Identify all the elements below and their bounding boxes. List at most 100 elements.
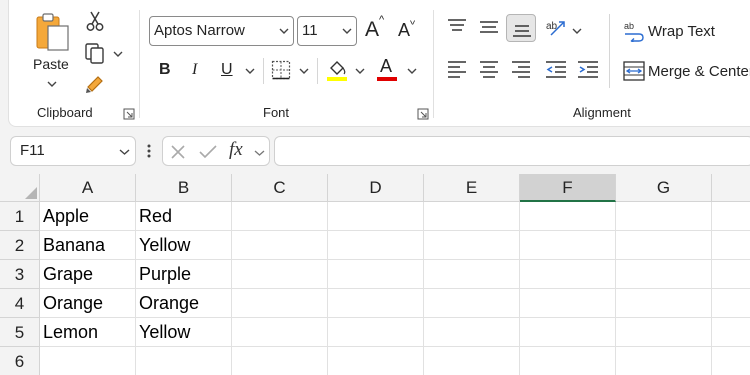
fill-color-icon[interactable] (326, 58, 348, 82)
formula-input[interactable] (274, 136, 750, 166)
cell-b[interactable]: Purple (136, 260, 232, 289)
cell[interactable] (616, 260, 712, 289)
chevron-down-icon[interactable] (572, 27, 582, 35)
row-header[interactable]: 5 (0, 318, 40, 347)
column-header-e[interactable]: E (424, 174, 520, 202)
cell[interactable] (232, 289, 328, 318)
cell[interactable] (232, 260, 328, 289)
increase-font-size-button[interactable]: A ^ (365, 14, 389, 44)
cell[interactable] (424, 347, 520, 375)
cut-icon[interactable] (85, 10, 105, 32)
align-right-icon[interactable] (511, 60, 531, 78)
cell[interactable] (232, 231, 328, 260)
insert-function-button[interactable]: fx (229, 139, 243, 161)
cell[interactable] (712, 260, 750, 289)
font-name-dropdown[interactable]: Aptos Narrow (149, 16, 294, 46)
cell[interactable] (328, 289, 424, 318)
row-header[interactable]: 2 (0, 231, 40, 260)
middle-align-icon[interactable] (479, 18, 499, 36)
column-header-partial[interactable] (712, 174, 750, 202)
cell[interactable] (328, 231, 424, 260)
underline-button[interactable]: U (221, 61, 233, 79)
cell-a[interactable]: Banana (40, 231, 136, 260)
chevron-down-icon[interactable] (254, 149, 265, 157)
column-header-b[interactable]: B (136, 174, 232, 202)
chevron-down-icon[interactable] (407, 67, 417, 75)
cell[interactable] (328, 202, 424, 231)
row-header[interactable]: 6 (0, 347, 40, 375)
align-center-icon[interactable] (479, 60, 499, 78)
dialog-launcher-icon[interactable] (123, 108, 135, 120)
cell-a[interactable]: Grape (40, 260, 136, 289)
paste-button[interactable]: Paste (31, 10, 73, 90)
cell-a[interactable] (40, 347, 136, 375)
column-header-c[interactable]: C (232, 174, 328, 202)
cell-a[interactable]: Apple (40, 202, 136, 231)
column-header-g[interactable]: G (616, 174, 712, 202)
font-size-dropdown[interactable]: 11 (297, 16, 357, 46)
cell-b[interactable]: Orange (136, 289, 232, 318)
chevron-down-icon[interactable] (355, 67, 365, 75)
cell-b[interactable]: Yellow (136, 318, 232, 347)
chevron-down-icon[interactable] (299, 67, 309, 75)
chevron-down-icon[interactable] (113, 50, 123, 58)
cell[interactable] (424, 289, 520, 318)
column-header-f[interactable]: F (520, 174, 616, 202)
more-options-icon[interactable] (146, 143, 152, 159)
cancel-icon[interactable] (170, 144, 186, 160)
cell-b[interactable]: Red (136, 202, 232, 231)
cell[interactable] (424, 202, 520, 231)
cell-a[interactable]: Orange (40, 289, 136, 318)
cell[interactable] (520, 289, 616, 318)
name-box[interactable]: F11 (10, 136, 136, 166)
cell[interactable] (520, 202, 616, 231)
format-painter-icon[interactable] (84, 73, 106, 95)
chevron-down-icon[interactable] (245, 67, 255, 75)
cell[interactable] (712, 289, 750, 318)
cell[interactable] (232, 318, 328, 347)
wrap-text-button[interactable]: ab Wrap Text (623, 18, 750, 44)
enter-icon[interactable] (199, 144, 217, 160)
cell-a[interactable]: Lemon (40, 318, 136, 347)
cell[interactable] (712, 231, 750, 260)
merge-center-button[interactable]: Merge & Center (623, 58, 750, 84)
bold-button[interactable]: B (159, 61, 171, 79)
row-header[interactable]: 1 (0, 202, 40, 231)
increase-indent-icon[interactable] (577, 60, 599, 78)
cell[interactable] (520, 318, 616, 347)
decrease-indent-icon[interactable] (545, 60, 567, 78)
italic-button[interactable]: I (192, 61, 197, 79)
top-align-icon[interactable] (447, 18, 467, 36)
dialog-launcher-icon[interactable] (417, 108, 429, 120)
orientation-icon[interactable]: ab (545, 16, 567, 38)
copy-icon[interactable] (84, 42, 106, 64)
cell[interactable] (328, 260, 424, 289)
font-color-button[interactable]: A (377, 56, 399, 82)
cell[interactable] (520, 260, 616, 289)
cell[interactable] (616, 347, 712, 375)
cell[interactable] (232, 347, 328, 375)
cell[interactable] (712, 202, 750, 231)
decrease-font-size-button[interactable]: A ^ (398, 14, 422, 44)
cell[interactable] (616, 289, 712, 318)
cell[interactable] (520, 347, 616, 375)
cell[interactable] (328, 318, 424, 347)
cell[interactable] (712, 318, 750, 347)
column-header-d[interactable]: D (328, 174, 424, 202)
cell[interactable] (712, 347, 750, 375)
bottom-align-button[interactable] (506, 14, 536, 42)
align-left-icon[interactable] (447, 60, 467, 78)
cell[interactable] (328, 347, 424, 375)
select-all-corner[interactable] (0, 174, 40, 202)
cell[interactable] (424, 260, 520, 289)
column-header-a[interactable]: A (40, 174, 136, 202)
row-header[interactable]: 4 (0, 289, 40, 318)
cell[interactable] (616, 231, 712, 260)
cell[interactable] (424, 231, 520, 260)
cell-b[interactable]: Yellow (136, 231, 232, 260)
borders-icon[interactable] (271, 60, 291, 80)
cell[interactable] (616, 202, 712, 231)
cell[interactable] (616, 318, 712, 347)
cell[interactable] (232, 202, 328, 231)
cell[interactable] (520, 231, 616, 260)
